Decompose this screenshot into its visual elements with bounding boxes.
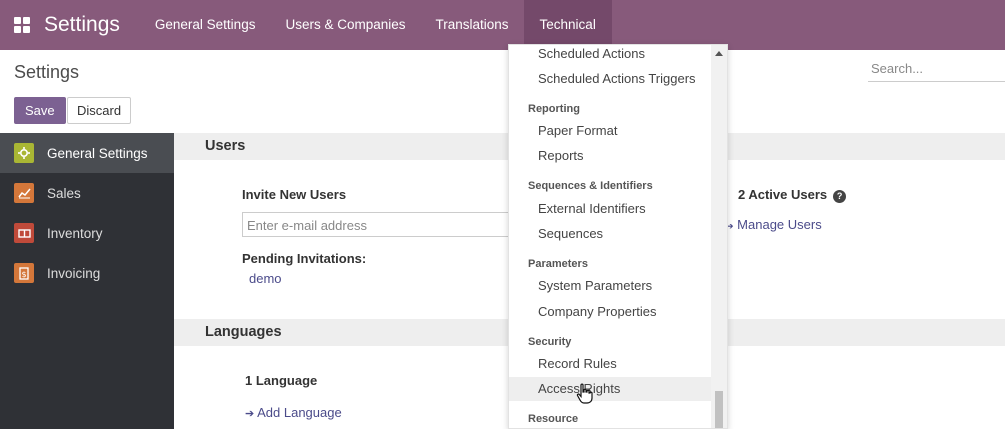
menu-general-settings[interactable]: General Settings: [140, 0, 271, 50]
app-title[interactable]: Settings: [44, 13, 120, 37]
search-input[interactable]: Search...: [868, 56, 1005, 82]
menu-users-companies[interactable]: Users & Companies: [270, 0, 420, 50]
help-icon[interactable]: ?: [833, 190, 847, 203]
active-users-label: 2 Active Users: [738, 187, 828, 202]
active-users-count: 2 Active Users?: [738, 187, 847, 203]
manage-users-label: Manage Users: [737, 217, 822, 232]
sidebar-item-sales[interactable]: Sales: [0, 173, 174, 213]
sidebar-item-label: Inventory: [47, 225, 103, 241]
pending-invitations-label: Pending Invitations:: [242, 251, 367, 266]
top-navbar: Settings General Settings Users & Compan…: [0, 0, 1005, 50]
invite-email-input[interactable]: Enter e-mail address: [242, 212, 510, 237]
menu-item-record-rules[interactable]: Record Rules: [509, 352, 713, 376]
language-count-label: 1 Language: [245, 373, 318, 388]
menu-header-reporting: Reporting: [528, 103, 580, 115]
invoice-icon: $: [14, 263, 34, 283]
menu-header-resource: Resource: [528, 413, 579, 425]
menu-header-sequences-identifiers: Sequences & Identifiers: [528, 180, 653, 192]
menu-header-parameters: Parameters: [528, 258, 588, 270]
breadcrumb: Settings: [14, 62, 80, 82]
discard-button[interactable]: Discard: [67, 97, 132, 124]
menu-item-system-parameters[interactable]: System Parameters: [509, 274, 713, 298]
save-button[interactable]: Save: [14, 97, 66, 124]
add-language-label: Add Language: [257, 405, 342, 420]
scroll-up-arrow-icon[interactable]: [715, 51, 723, 56]
chart-icon: [14, 183, 34, 203]
menu-item-scheduled-actions-triggers[interactable]: Scheduled Actions Triggers: [509, 67, 713, 91]
menu-technical[interactable]: Technical: [523, 0, 612, 50]
sidebar-item-inventory[interactable]: Inventory: [0, 213, 174, 253]
menu-header-security: Security: [528, 336, 572, 348]
apps-menu-icon[interactable]: [14, 17, 30, 33]
scrollbar-thumb[interactable]: [715, 391, 723, 428]
menu-item-paper-format[interactable]: Paper Format: [509, 119, 713, 143]
hand-pointer-icon: [576, 383, 593, 404]
add-language-link[interactable]: ➔ Add Language: [245, 405, 342, 420]
svg-text:$: $: [21, 270, 26, 279]
sidebar-item-label: Sales: [47, 185, 81, 201]
sidebar-item-general-settings[interactable]: General Settings: [0, 133, 174, 173]
pending-user-link[interactable]: demo: [249, 271, 282, 286]
menu-item-access-rights[interactable]: Access Rights: [509, 377, 713, 401]
sidebar-item-label: Invoicing: [47, 265, 101, 281]
manage-users-link[interactable]: ➔ Manage Users: [726, 217, 822, 232]
menu-translations[interactable]: Translations: [421, 0, 524, 50]
dropdown-scrollbar[interactable]: [711, 45, 727, 428]
menu-item-scheduled-actions[interactable]: Scheduled Actions: [509, 45, 713, 66]
technical-dropdown-menu: Scheduled Actions Scheduled Actions Trig…: [508, 44, 728, 429]
sidebar-item-invoicing[interactable]: $ Invoicing: [0, 253, 174, 293]
menu-item-reports[interactable]: Reports: [509, 144, 713, 168]
box-icon: [14, 223, 34, 243]
sidebar-item-label: General Settings: [47, 145, 148, 161]
settings-sidebar: General Settings Sales Inventory $ Invoi…: [0, 133, 174, 429]
gear-icon: [14, 143, 34, 163]
invite-users-label: Invite New Users: [242, 187, 347, 202]
menu-item-company-properties[interactable]: Company Properties: [509, 300, 713, 324]
menu-item-external-identifiers[interactable]: External Identifiers: [509, 197, 713, 221]
arrow-right-icon: ➔: [245, 408, 255, 420]
menu-item-sequences[interactable]: Sequences: [509, 222, 713, 246]
